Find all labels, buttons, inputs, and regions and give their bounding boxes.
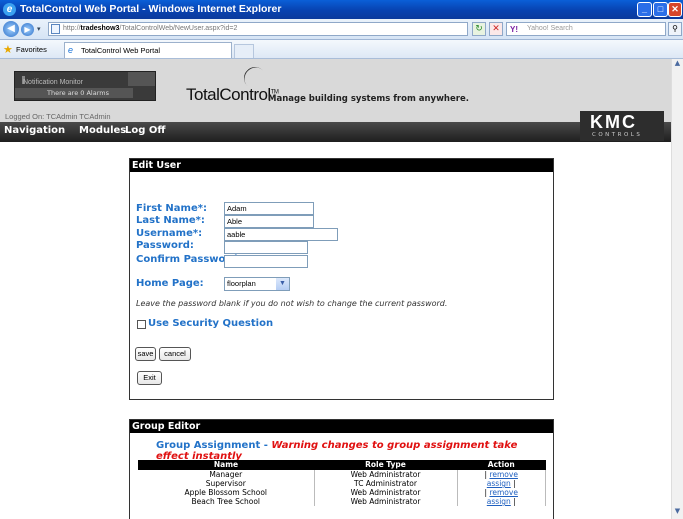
back-icon[interactable]: ◀ (3, 21, 19, 37)
action-separator: | (510, 479, 516, 488)
tagline: Manage building systems from anywhere. (268, 94, 469, 104)
alarms-count: There are 0 Alarms (15, 88, 133, 98)
password-note: Leave the password blank if you do not w… (136, 299, 448, 308)
password-label: Password: (136, 240, 194, 251)
window-title: TotalControl Web Portal - Windows Intern… (20, 3, 282, 15)
column-header-name: Name (138, 460, 314, 470)
home-page-select[interactable]: floorplan ▼ (224, 277, 290, 291)
security-question-label[interactable]: Use Security Question (148, 318, 273, 329)
maximize-button[interactable]: □ (653, 2, 668, 17)
url-host: tradeshow3 (80, 25, 120, 32)
cell-name: Apple Blossom School (138, 488, 315, 497)
search-input[interactable]: Y! Yahoo! Search (506, 22, 666, 36)
assign-link[interactable]: assign (487, 479, 511, 488)
window-title-bar: e TotalControl Web Portal - Windows Inte… (0, 0, 683, 19)
group-assignment-heading: Group Assignment - Warning changes to gr… (156, 440, 553, 462)
group-assignment-label: Group Assignment - (156, 440, 272, 451)
page-icon (51, 24, 60, 34)
tab-title: TotalControl Web Portal (81, 46, 161, 55)
menu-navigation[interactable]: Navigation (4, 125, 65, 136)
favorites-star-icon[interactable]: ★ (3, 43, 13, 56)
notification-dark-block (128, 72, 155, 86)
new-tab-button[interactable] (234, 44, 254, 58)
menu-modules[interactable]: Modules (79, 125, 126, 136)
group-table: Name Role Type Action Manager Web Admini… (138, 460, 546, 506)
close-button[interactable]: ✕ (668, 2, 682, 17)
security-question-checkbox[interactable] (137, 320, 146, 329)
group-editor-panel: Group Editor Group Assignment - Warning … (129, 419, 554, 519)
notification-title: Notification Monitor (23, 79, 83, 86)
kmc-controls-logo: KMC CONTROLS (580, 111, 664, 141)
cancel-button[interactable]: cancel (159, 347, 191, 361)
search-icon[interactable]: ⚲ (668, 22, 682, 36)
home-page-value: floorplan (227, 279, 256, 288)
cell-action: assign | (457, 479, 546, 488)
tab-ie-icon: e (68, 45, 74, 55)
stop-icon[interactable]: ✕ (489, 22, 503, 36)
last-name-label: Last Name*: (136, 215, 205, 226)
exit-button[interactable]: Exit (137, 371, 162, 385)
scroll-down-icon[interactable]: ▼ (672, 507, 683, 519)
group-editor-title: Group Editor (130, 420, 553, 433)
ie-icon: e (3, 3, 16, 16)
cell-name: Manager (138, 470, 315, 479)
assign-link[interactable]: assign (487, 497, 511, 506)
scroll-up-icon[interactable]: ▲ (672, 59, 683, 71)
cell-role: Web Administrator (314, 470, 458, 479)
url-path: /TotalControlWeb/NewUser.aspx?id=2 (119, 25, 238, 32)
first-name-label: First Name*: (136, 203, 207, 214)
logged-on-status: Logged On: TCAdmin TCAdmin (0, 111, 671, 122)
remove-link[interactable]: remove (489, 470, 517, 479)
column-header-role: Role Type (314, 460, 457, 470)
table-row: Supervisor TC Administrator assign | (138, 479, 546, 488)
password-input[interactable] (224, 241, 308, 254)
remove-link[interactable]: remove (489, 488, 517, 497)
brand-sub: CONTROLS (592, 132, 643, 138)
column-header-action: Action (457, 460, 546, 470)
browser-tab[interactable]: e TotalControl Web Portal (64, 42, 232, 58)
cell-role: Web Administrator (314, 488, 458, 497)
brand-mark: KMC (590, 112, 637, 132)
minimize-button[interactable]: _ (637, 2, 652, 17)
totalcontrol-logo: TotalControlTM (186, 62, 279, 105)
table-row: Apple Blossom School Web Administrator |… (138, 488, 546, 497)
address-toolbar: ◀ ▶ ▾ http://tradeshow3/TotalControlWeb/… (0, 19, 683, 40)
edit-user-panel: Edit User First Name*: Adam Last Name*: … (129, 158, 554, 400)
cell-role: Web Administrator (314, 497, 458, 506)
cell-action: assign | (457, 497, 546, 506)
main-menu: Navigation Modules Log Off (0, 122, 671, 142)
notification-monitor[interactable]: Notification Monitor There are 0 Alarms (14, 71, 156, 101)
chevron-down-icon: ▼ (276, 278, 289, 290)
yahoo-icon: Y! (510, 25, 518, 34)
first-name-input[interactable]: Adam (224, 202, 314, 215)
table-row: Beach Tree School Web Administrator assi… (138, 497, 546, 506)
edit-user-title: Edit User (130, 159, 553, 172)
username-label: Username*: (136, 228, 203, 239)
cell-action: | remove (457, 488, 546, 497)
history-dropdown-icon[interactable]: ▾ (37, 25, 41, 33)
table-row: Manager Web Administrator | remove (138, 470, 546, 479)
portal-header: Notification Monitor There are 0 Alarms … (0, 59, 671, 111)
cell-action: | remove (457, 470, 546, 479)
forward-icon[interactable]: ▶ (21, 23, 34, 36)
favorites-button[interactable]: Favorites (16, 45, 47, 54)
refresh-icon[interactable]: ↻ (472, 22, 486, 36)
cell-role: TC Administrator (314, 479, 458, 488)
page-viewport: Notification Monitor There are 0 Alarms … (0, 59, 683, 519)
last-name-input[interactable]: Able (224, 215, 314, 228)
home-page-label: Home Page: (136, 278, 204, 289)
favorites-bar: ★ Favorites e TotalControl Web Portal (0, 40, 683, 59)
username-input[interactable]: aable (224, 228, 338, 241)
cell-name: Supervisor (138, 479, 315, 488)
confirm-password-input[interactable] (224, 255, 308, 268)
menu-logoff[interactable]: Log Off (125, 125, 165, 136)
cell-name: Beach Tree School (138, 497, 315, 506)
action-separator: | (510, 497, 516, 506)
save-button[interactable]: save (135, 347, 156, 361)
address-input[interactable]: http://tradeshow3/TotalControlWeb/NewUse… (48, 22, 468, 36)
vertical-scrollbar[interactable]: ▲ ▼ (671, 59, 683, 519)
url-prefix: http:// (63, 25, 81, 32)
search-placeholder: Yahoo! Search (527, 25, 573, 32)
